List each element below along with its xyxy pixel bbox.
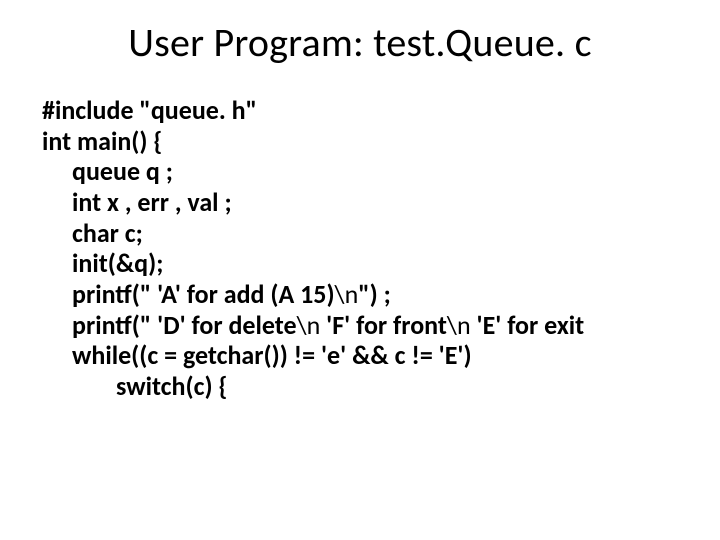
code-segment: 'E' for exit xyxy=(471,309,585,341)
slide-title: User Program: test.Queue. c xyxy=(0,18,720,67)
code-line: switch(c) { xyxy=(42,371,678,402)
code-segment: int x , err , val ; xyxy=(72,186,232,218)
code-segment: 'F' for front xyxy=(320,309,447,341)
slide: User Program: test.Queue. c #include "qu… xyxy=(0,0,720,540)
code-line: printf(" 'D' for delete\n 'F' for front\… xyxy=(42,310,678,341)
code-line: while((c = getchar()) != 'e' && c != 'E'… xyxy=(42,340,678,371)
code-segment: queue q ; xyxy=(72,155,173,187)
code-line: int main() { xyxy=(42,126,678,157)
code-line: printf(" 'A' for add (A 15)\n") ; xyxy=(42,279,678,310)
code-segment: printf(" 'D' for delete xyxy=(72,309,297,341)
code-segment: while((c = getchar()) != 'e' && c != 'E'… xyxy=(72,339,472,371)
code-body: #include "queue. h"int main() {queue q ;… xyxy=(0,95,720,402)
code-segment: switch(c) { xyxy=(116,370,227,402)
code-segment: printf(" 'A' for add (A 15) xyxy=(72,278,335,310)
code-segment: ") ; xyxy=(358,278,391,310)
code-segment: char c; xyxy=(72,217,143,249)
code-line: #include "queue. h" xyxy=(42,95,678,126)
code-line: init(&q); xyxy=(42,248,678,279)
code-segment: int main() { xyxy=(42,125,162,157)
code-segment: \n xyxy=(297,309,321,341)
code-segment: \n xyxy=(447,309,471,341)
code-segment: #include "queue. h" xyxy=(42,94,257,126)
code-line: queue q ; xyxy=(42,156,678,187)
code-segment: \n xyxy=(335,278,359,310)
code-segment: init(&q); xyxy=(72,247,163,279)
code-line: char c; xyxy=(42,218,678,249)
code-line: int x , err , val ; xyxy=(42,187,678,218)
